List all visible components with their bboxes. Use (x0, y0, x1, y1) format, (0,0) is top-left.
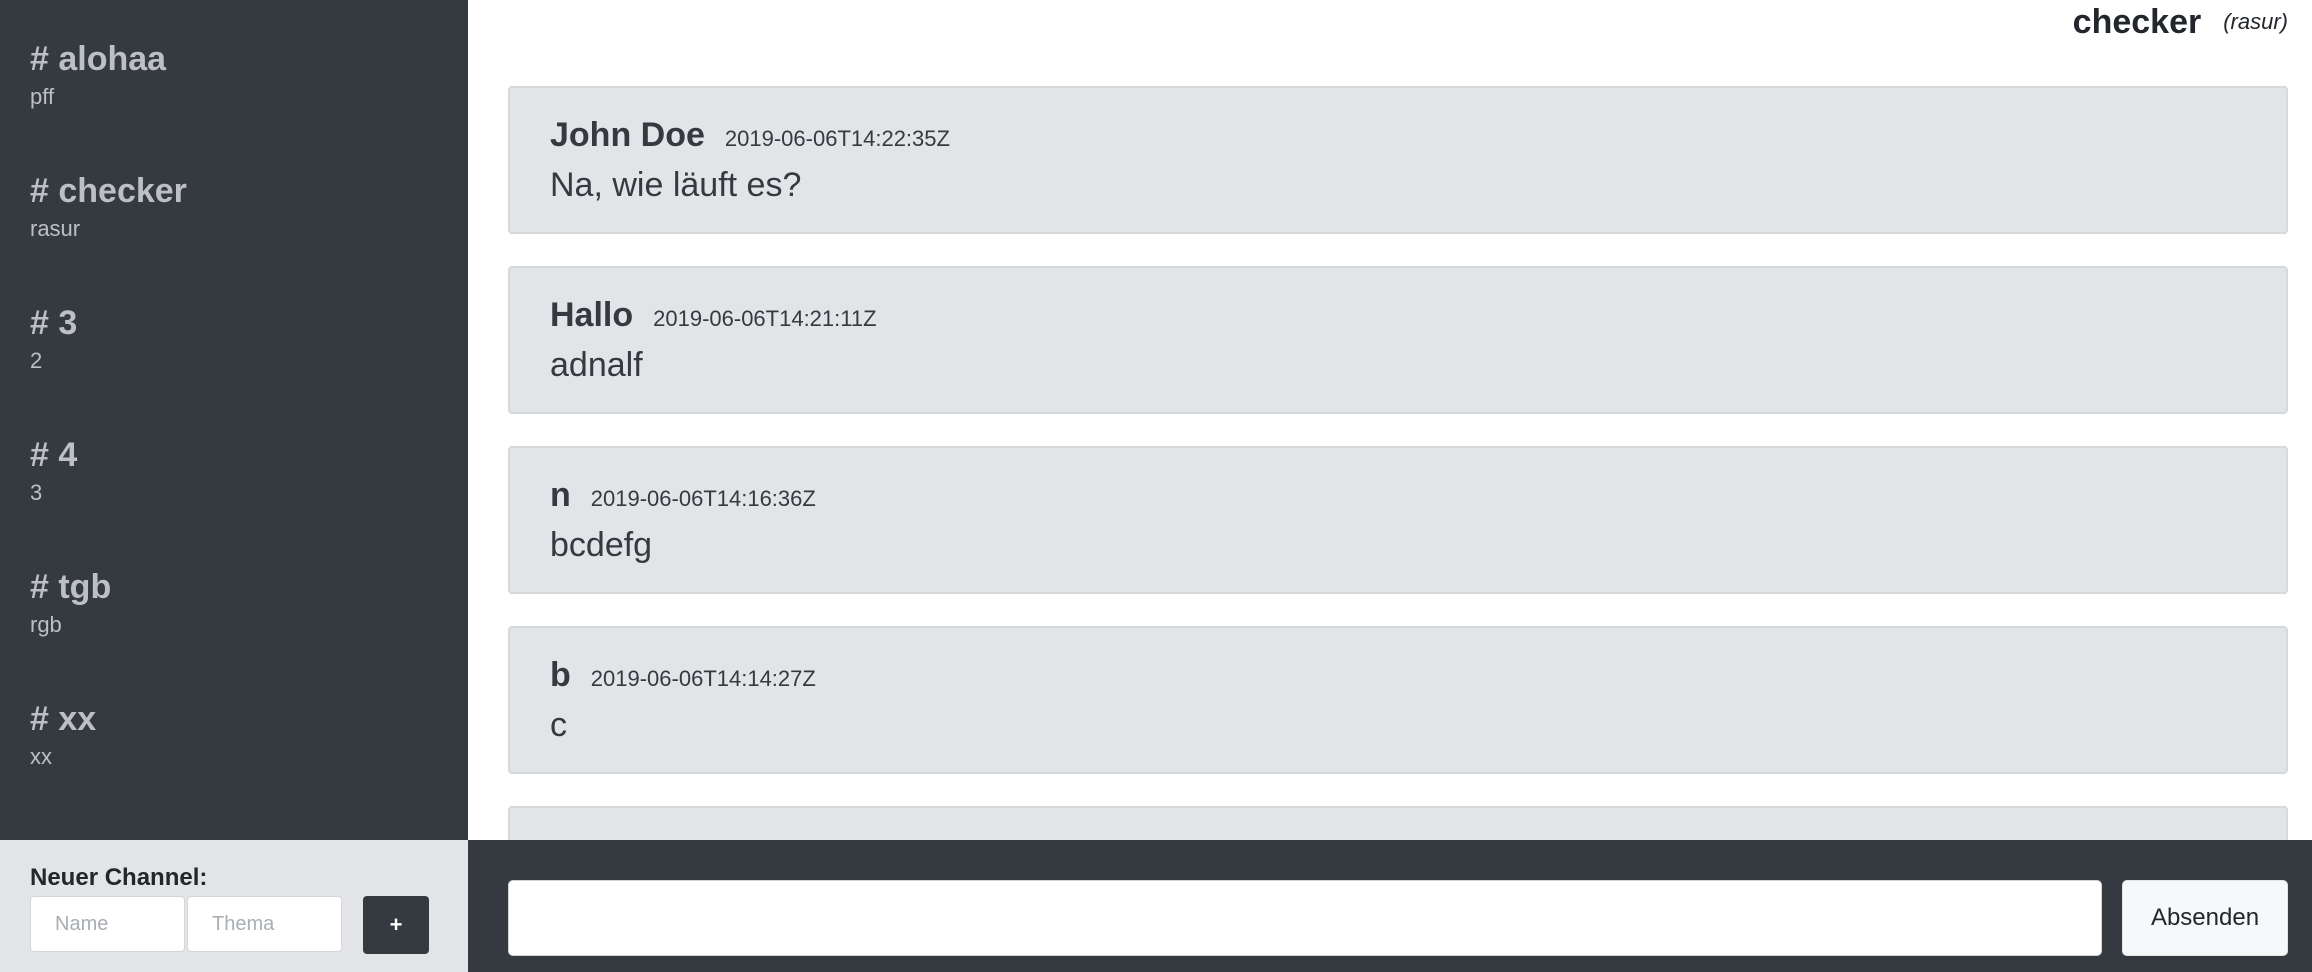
new-channel-form: Neuer Channel: + (0, 840, 468, 972)
channel-topic-input[interactable] (187, 896, 342, 952)
channel-name: # 3 (30, 304, 78, 342)
message-timestamp: 2019-06-06T14:14:27Z (590, 666, 816, 691)
channel-name: # alohaa (30, 40, 167, 78)
message-header: Hallo 2019-06-06T14:21:11Z (550, 296, 2286, 340)
new-channel-label: Neuer Channel: (30, 864, 208, 891)
channel-name: # 4 (30, 436, 78, 474)
message-timestamp: 2019-06-06T14:22:35Z (724, 126, 950, 151)
chat-main: checker (rasur) John Doe 2019-06-06T14:2… (468, 0, 2312, 840)
message-author: John Doe (550, 116, 705, 154)
message-card: n 2019-06-06T14:16:36Z bcdefg (508, 446, 2288, 594)
message-text: Na, wie läuft es? (550, 166, 802, 204)
compose-bar: Absenden (468, 840, 2312, 972)
channel-sidebar: # alohaa pff # checker rasur # 3 2 # 4 3… (0, 0, 468, 840)
sidebar-item-alohaa[interactable]: # alohaa pff (0, 0, 468, 132)
channel-name: # checker (30, 172, 187, 210)
send-button[interactable]: Absenden (2122, 880, 2288, 956)
channel-name: # xx (30, 700, 97, 738)
channel-topic: pff (30, 84, 55, 109)
channel-topic: rgb (30, 612, 62, 637)
sidebar-item-checker[interactable]: # checker rasur (0, 132, 468, 264)
page-title: checker (2072, 2, 2202, 41)
message-card: Hallo 2019-06-06T14:21:11Z adnalf (508, 266, 2288, 414)
message-input[interactable] (508, 880, 2102, 956)
add-channel-button[interactable]: + (363, 896, 429, 954)
channel-topic: rasur (30, 216, 81, 241)
message-timestamp: 2019-06-06T14:21:11Z (653, 306, 877, 331)
message-author: n (550, 476, 571, 514)
message-header: John Doe 2019-06-06T14:22:35Z (550, 116, 2286, 160)
message-card: John Doe 2019-06-06T14:22:35Z Na, wie lä… (508, 86, 2288, 234)
channel-topic: xx (30, 744, 52, 769)
message-author: Hallo (550, 296, 634, 334)
channel-header: checker (rasur) (2073, 0, 2288, 44)
message-header: n 2019-06-06T14:16:36Z (550, 476, 2286, 520)
message-text: adnalf (550, 346, 643, 384)
message-list[interactable]: John Doe 2019-06-06T14:22:35Z Na, wie lä… (508, 86, 2288, 840)
message-text: bcdefg (550, 526, 653, 564)
channel-name: # tgb (30, 568, 112, 606)
channel-name-input[interactable] (30, 896, 185, 952)
sidebar-item-xx[interactable]: # xx xx (0, 660, 468, 792)
channel-topic-label: (rasur) (2223, 9, 2288, 34)
sidebar-item-3[interactable]: # 3 2 (0, 264, 468, 396)
channel-topic: 3 (30, 480, 43, 505)
sidebar-item-tgb[interactable]: # tgb rgb (0, 528, 468, 660)
channel-topic: 2 (30, 348, 43, 373)
message-text: c (550, 706, 567, 744)
chat-app: # alohaa pff # checker rasur # 3 2 # 4 3… (0, 0, 2312, 972)
message-card (508, 806, 2288, 840)
message-timestamp: 2019-06-06T14:16:36Z (590, 486, 816, 511)
message-author: b (550, 656, 571, 694)
new-channel-row: + (30, 896, 438, 954)
message-card: b 2019-06-06T14:14:27Z c (508, 626, 2288, 774)
message-header: b 2019-06-06T14:14:27Z (550, 656, 2286, 700)
sidebar-item-4[interactable]: # 4 3 (0, 396, 468, 528)
